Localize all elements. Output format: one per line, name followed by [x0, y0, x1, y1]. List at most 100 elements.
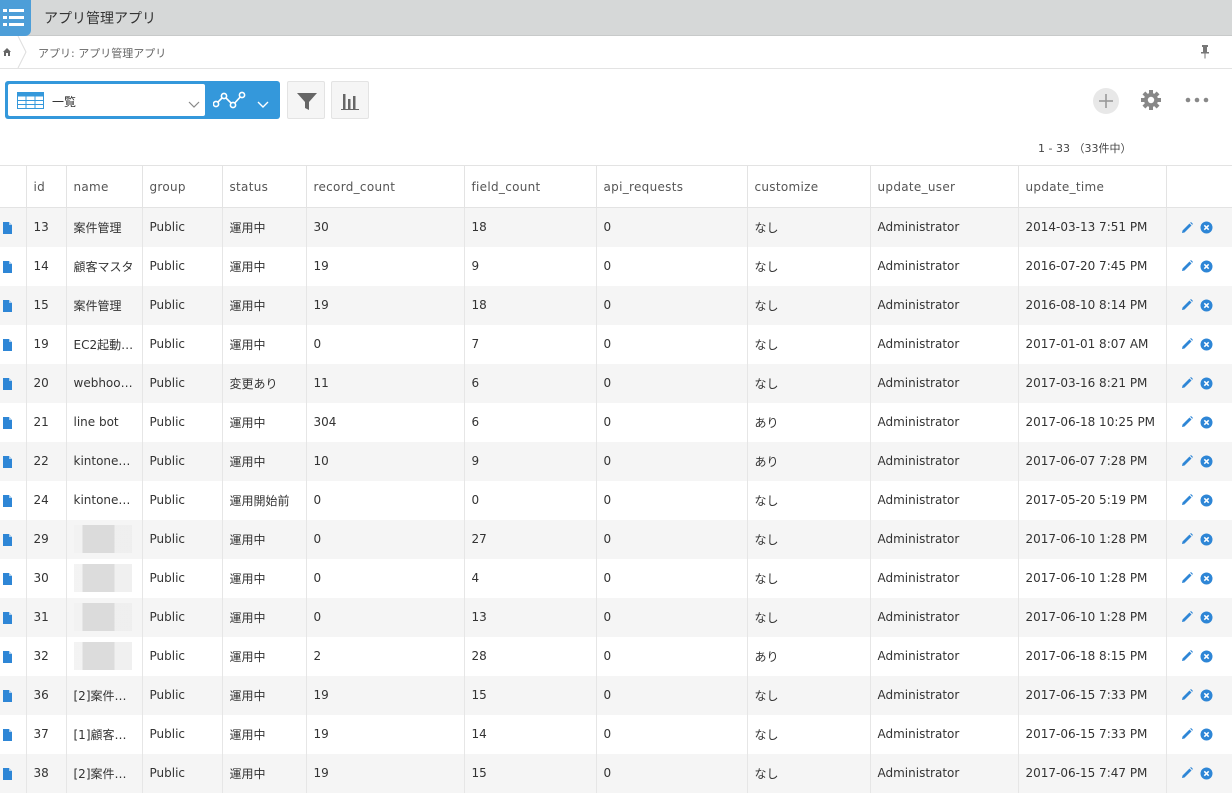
delete-icon[interactable]	[1200, 377, 1213, 390]
row-detail-cell[interactable]	[0, 441, 27, 481]
delete-icon[interactable]	[1200, 338, 1213, 351]
table-row[interactable]: 31 Public 運用中 0 13 0 なし Administrator 2017-06-10…	[0, 597, 1232, 637]
document-icon[interactable]	[3, 689, 12, 702]
more-options-button[interactable]	[1184, 94, 1210, 106]
delete-icon[interactable]	[1200, 611, 1213, 624]
breadcrumb-path[interactable]: アプリ: アプリ管理アプリ	[38, 45, 166, 61]
column-header-record-count[interactable]: record_count	[306, 165, 465, 208]
edit-icon[interactable]	[1180, 610, 1194, 624]
edit-icon[interactable]	[1180, 688, 1194, 702]
document-icon[interactable]	[3, 572, 12, 585]
document-icon[interactable]	[3, 455, 12, 468]
document-icon[interactable]	[3, 611, 12, 624]
edit-icon[interactable]	[1180, 298, 1194, 312]
table-row[interactable]: 30 Public 運用中 0 4 0 なし Administrator 2017-06-10 …	[0, 558, 1232, 598]
table-row[interactable]: 22 kintone… Public 運用中 10 9 0 あり Administrator 20…	[0, 441, 1232, 481]
edit-icon[interactable]	[1180, 376, 1194, 390]
edit-icon[interactable]	[1180, 649, 1194, 663]
row-detail-cell[interactable]	[0, 714, 27, 754]
cell-name: 案件管理	[66, 207, 143, 247]
document-icon[interactable]	[3, 416, 12, 429]
document-icon[interactable]	[3, 533, 12, 546]
edit-icon[interactable]	[1180, 454, 1194, 468]
document-icon[interactable]	[3, 494, 12, 507]
app-list-icon[interactable]	[0, 0, 31, 36]
column-header-api-requests[interactable]: api_requests	[596, 165, 748, 208]
column-header-update-time[interactable]: update_time	[1018, 165, 1167, 208]
document-icon[interactable]	[3, 377, 12, 390]
row-detail-cell[interactable]	[0, 402, 27, 442]
row-detail-cell[interactable]	[0, 363, 27, 403]
edit-icon[interactable]	[1180, 259, 1194, 273]
table-row[interactable]: 32 Public 運用中 2 28 0 あり Administrator 2017-06-18…	[0, 636, 1232, 676]
document-icon[interactable]	[3, 299, 12, 312]
table-row[interactable]: 14 顧客マスタ Public 運用中 19 9 0 なし Administrator 2016-…	[0, 246, 1232, 286]
edit-icon[interactable]	[1180, 766, 1194, 780]
document-icon[interactable]	[3, 260, 12, 273]
edit-icon[interactable]	[1180, 337, 1194, 351]
delete-icon[interactable]	[1200, 728, 1213, 741]
document-icon[interactable]	[3, 767, 12, 780]
cell-status: 運用中	[222, 207, 307, 247]
table-row[interactable]: 21 line bot Public 運用中 304 6 0 あり Administrator 2…	[0, 402, 1232, 442]
document-icon[interactable]	[3, 650, 12, 663]
table-row[interactable]: 38 [2]案件… Public 運用中 19 15 0 なし Administrator 201…	[0, 753, 1232, 793]
table-row[interactable]: 36 [2]案件… Public 運用中 19 15 0 なし Administrator 201…	[0, 675, 1232, 715]
graph-selector[interactable]	[207, 81, 280, 119]
row-detail-cell[interactable]	[0, 636, 27, 676]
pin-icon[interactable]	[1200, 44, 1210, 60]
row-detail-cell[interactable]	[0, 753, 27, 793]
row-detail-cell[interactable]	[0, 480, 27, 520]
column-header-group[interactable]: group	[142, 165, 223, 208]
delete-icon[interactable]	[1200, 221, 1213, 234]
edit-icon[interactable]	[1180, 532, 1194, 546]
row-detail-cell[interactable]	[0, 285, 27, 325]
table-row[interactable]: 29 Public 運用中 0 27 0 なし Administrator 2017-06-10…	[0, 519, 1232, 559]
document-icon[interactable]	[3, 338, 12, 351]
edit-icon[interactable]	[1180, 221, 1194, 235]
table-row[interactable]: 20 webhoo… Public 変更あり 11 6 0 なし Administrator 20…	[0, 363, 1232, 403]
document-icon[interactable]	[3, 728, 12, 741]
cell-id: 20	[26, 363, 67, 403]
column-header-name[interactable]: name	[66, 165, 143, 208]
delete-icon[interactable]	[1200, 767, 1213, 780]
row-detail-cell[interactable]	[0, 597, 27, 637]
column-header-update-user[interactable]: update_user	[870, 165, 1019, 208]
delete-icon[interactable]	[1200, 572, 1213, 585]
delete-icon[interactable]	[1200, 494, 1213, 507]
delete-icon[interactable]	[1200, 260, 1213, 273]
table-row[interactable]: 19 EC2起動… Public 運用中 0 7 0 なし Administrator 2017-…	[0, 324, 1232, 364]
column-header-customize[interactable]: customize	[747, 165, 871, 208]
edit-icon[interactable]	[1180, 493, 1194, 507]
column-header-id[interactable]: id	[26, 165, 67, 208]
table-row[interactable]: 15 案件管理 Public 運用中 19 18 0 なし Administrator 2016-…	[0, 285, 1232, 325]
row-detail-cell[interactable]	[0, 519, 27, 559]
edit-icon[interactable]	[1180, 571, 1194, 585]
delete-icon[interactable]	[1200, 650, 1213, 663]
delete-icon[interactable]	[1200, 416, 1213, 429]
document-icon[interactable]	[3, 221, 12, 234]
cell-text: あり	[754, 649, 779, 664]
row-detail-cell[interactable]	[0, 246, 27, 286]
edit-icon[interactable]	[1180, 727, 1194, 741]
table-row[interactable]: 37 [1]顧客… Public 運用中 19 14 0 なし Administrator 201…	[0, 714, 1232, 754]
filter-button[interactable]	[287, 81, 325, 119]
delete-icon[interactable]	[1200, 689, 1213, 702]
cell-name: kintone…	[66, 441, 143, 481]
table-row[interactable]: 13 案件管理 Public 運用中 30 18 0 なし Administrator 2014-…	[0, 207, 1232, 247]
column-header-field-count[interactable]: field_count	[464, 165, 597, 208]
add-record-button[interactable]	[1093, 88, 1119, 114]
edit-icon[interactable]	[1180, 415, 1194, 429]
row-detail-cell[interactable]	[0, 324, 27, 364]
delete-icon[interactable]	[1200, 299, 1213, 312]
chart-button[interactable]	[331, 81, 369, 119]
delete-icon[interactable]	[1200, 455, 1213, 468]
settings-button[interactable]	[1139, 88, 1163, 112]
view-selector[interactable]: 一覧	[5, 81, 207, 119]
column-header-status[interactable]: status	[222, 165, 307, 208]
delete-icon[interactable]	[1200, 533, 1213, 546]
row-detail-cell[interactable]	[0, 675, 27, 715]
table-row[interactable]: 24 kintone… Public 運用開始前 0 0 0 なし Administrator 2…	[0, 480, 1232, 520]
row-detail-cell[interactable]	[0, 207, 27, 247]
row-detail-cell[interactable]	[0, 558, 27, 598]
